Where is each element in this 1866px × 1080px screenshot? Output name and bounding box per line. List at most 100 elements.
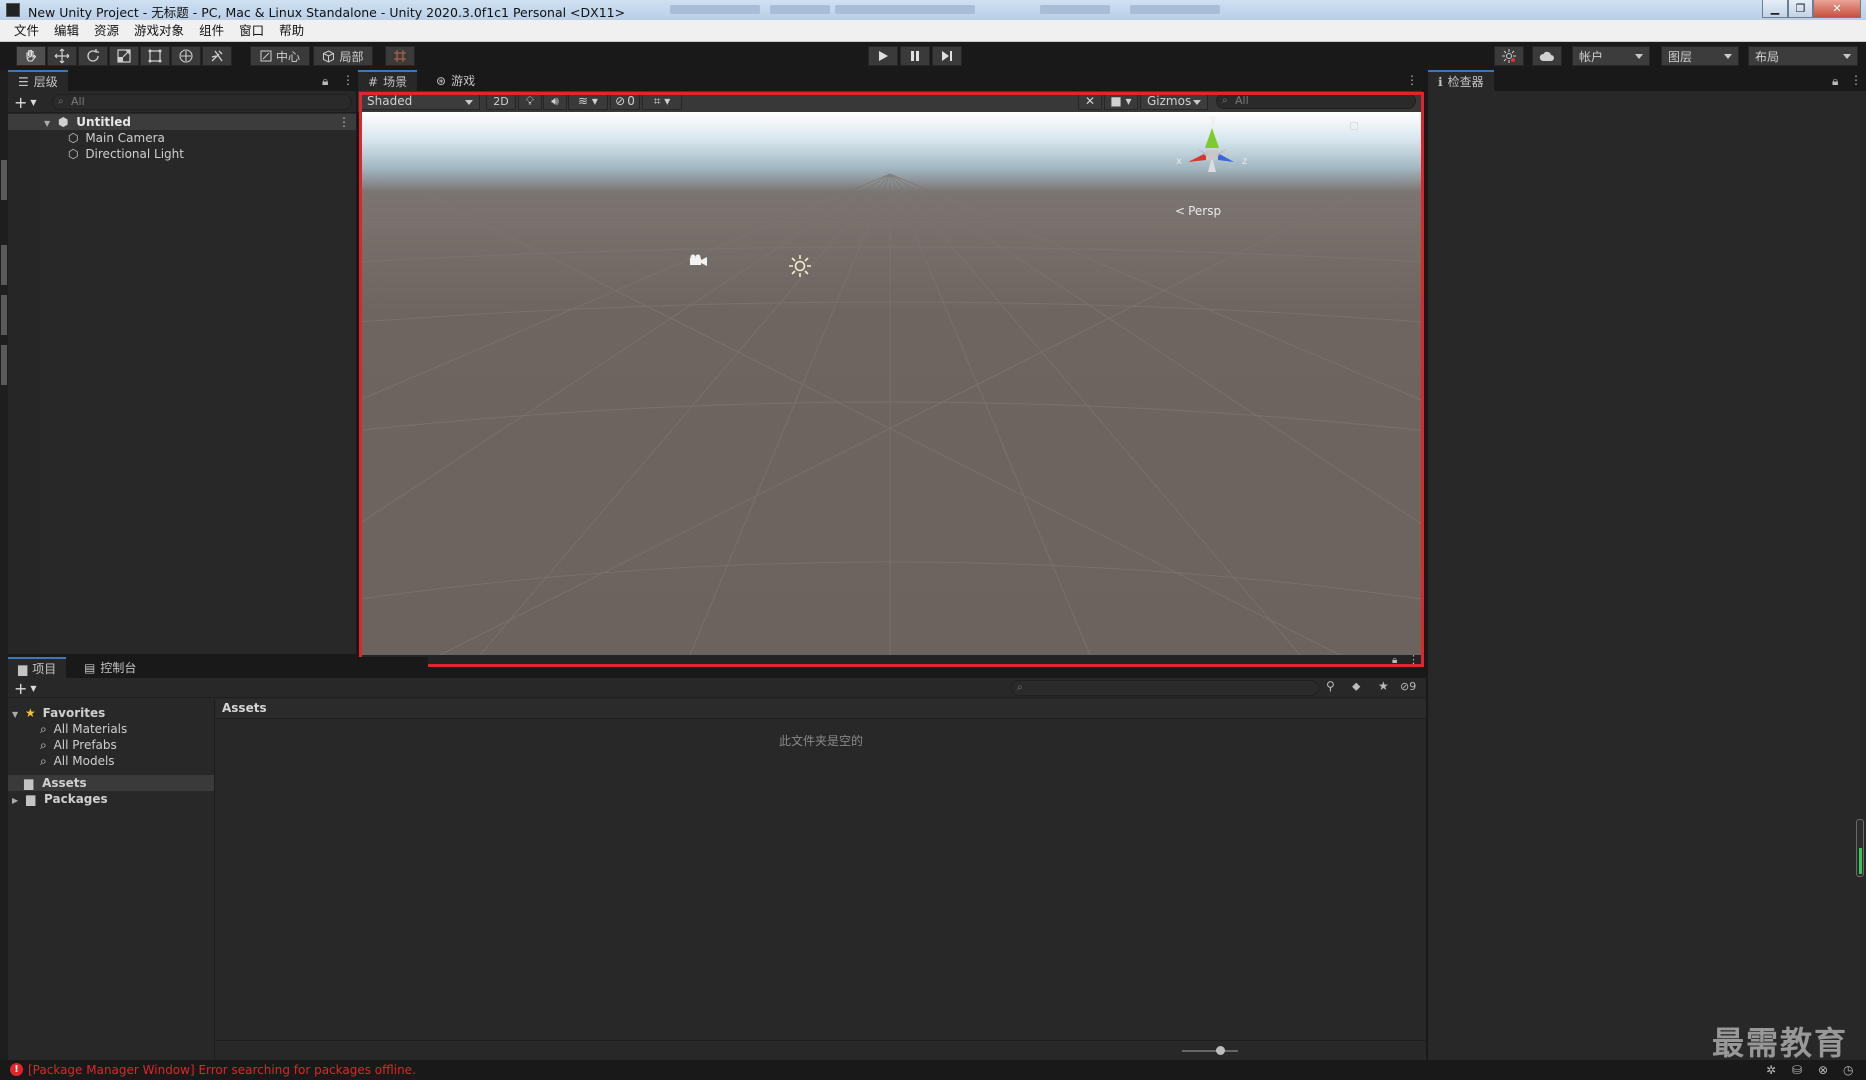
panel-menu-icon[interactable]: ⋮ [1406, 73, 1418, 87]
axis-gizmo-icon[interactable] [1172, 116, 1252, 196]
camera-gizmo-icon[interactable] [687, 253, 709, 269]
favorite-item-all-materials[interactable]: ⌕ All Materials [8, 721, 127, 737]
step-button[interactable] [932, 46, 962, 66]
tab-inspector[interactable]: ℹ 检查器 [1428, 70, 1494, 91]
breadcrumb[interactable]: Assets [222, 701, 267, 715]
lock-view-icon[interactable] [1350, 122, 1358, 130]
lock-icon[interactable]: 🔒︎ [322, 74, 328, 89]
progress-check-icon[interactable]: ◷ [1843, 1063, 1853, 1077]
collab-button[interactable] [1494, 46, 1524, 66]
draw-mode-dropdown[interactable]: Shaded [360, 92, 480, 110]
search-by-type-icon[interactable]: ⚲ [1326, 679, 1335, 693]
bug-report-icon[interactable]: ✲ [1766, 1063, 1776, 1077]
menu-item-file[interactable]: 文件 [14, 20, 39, 42]
audio-toggle-button[interactable]: 🔊︎ [543, 92, 567, 110]
tab-hierarchy[interactable]: ☰ 层级 [8, 70, 68, 91]
chevron-down-icon [1635, 54, 1643, 59]
effects-dropdown[interactable]: ≋ ▾ [568, 92, 608, 110]
lock-icon[interactable]: 🔒︎ [1832, 74, 1838, 89]
panel-menu-icon[interactable]: ⋮ [1850, 73, 1862, 87]
favorite-item-all-models[interactable]: ⌕ All Models [8, 753, 115, 769]
rotate-tool-button[interactable] [78, 46, 108, 66]
scale-tool-button[interactable] [109, 46, 139, 66]
maximize-button[interactable]: ❐ [1788, 0, 1813, 18]
zoom-slider-thumb[interactable] [1216, 1046, 1225, 1055]
panel-menu-icon[interactable]: ⋮ [342, 73, 354, 87]
menu-item-edit[interactable]: 编辑 [54, 20, 79, 42]
scrollbar[interactable] [1856, 819, 1864, 877]
chevron-down-icon [1843, 54, 1851, 59]
scrollbar-thumb[interactable] [1859, 848, 1862, 874]
tab-console[interactable]: ▤ 控制台 [74, 657, 146, 678]
scene-viewport[interactable]: y x z < Persp [360, 112, 1421, 655]
favorite-label: All Prefabs [53, 738, 117, 752]
hierarchy-panel: + ▼ ⌕ All ▼ ⬢ Untitled ⋮ ⬡ Main Camera ⬡ … [8, 91, 356, 654]
scene-tabbar: # 场景 ⊛ 游戏 ⋮ [358, 70, 1422, 91]
zoom-slider-track[interactable] [1182, 1050, 1238, 1052]
2d-toggle-button[interactable]: 2D [486, 92, 516, 110]
menu-item-help[interactable]: 帮助 [279, 20, 304, 42]
scene-tools-button[interactable]: ✕ [1078, 92, 1102, 110]
projection-toggle[interactable]: < Persp [1175, 204, 1221, 218]
camera-settings-dropdown[interactable]: ■ ▾ [1104, 92, 1138, 110]
tab-game[interactable]: ⊛ 游戏 [426, 70, 485, 91]
layers-dropdown[interactable]: 图层 [1661, 46, 1739, 66]
error-icon[interactable]: ! [10, 1063, 23, 1076]
folder-item-assets[interactable]: ▆ Assets [8, 775, 214, 791]
space-toggle-button[interactable]: 局部 [313, 46, 373, 66]
hierarchy-item-directional-light[interactable]: ⬡ Directional Light [8, 146, 184, 162]
lock-icon[interactable]: 🔒︎ [1392, 655, 1397, 666]
folder-item-packages[interactable]: ▶ ▆ Packages [8, 791, 108, 807]
scene-visibility-button[interactable]: ⊘ 0 [610, 92, 640, 110]
play-button[interactable] [868, 46, 898, 66]
cloud-button[interactable] [1532, 46, 1562, 66]
project-search-input[interactable]: ⌕ [1011, 680, 1319, 696]
expand-arrow-icon: ▶ [12, 796, 19, 805]
ground-grid [360, 173, 1421, 655]
hand-tool-button[interactable] [16, 46, 46, 66]
move-tool-button[interactable] [47, 46, 77, 66]
search-by-label-icon[interactable]: ⬥ [1352, 679, 1360, 694]
close-button[interactable]: ✕ [1813, 0, 1861, 18]
pivot-toggle-button[interactable]: 中心 [250, 46, 310, 66]
scene-search-input[interactable]: ⌕ All [1216, 93, 1416, 109]
scene-menu-icon[interactable]: ⋮ [338, 114, 350, 130]
hidden-packages-toggle[interactable]: ⊘ 9 [1400, 680, 1416, 693]
orientation-gizmo[interactable]: y x z [1172, 114, 1252, 196]
status-error-message[interactable]: [Package Manager Window] Error searching… [28, 1063, 416, 1077]
create-button[interactable]: + ▼ [14, 93, 37, 112]
gizmos-dropdown[interactable]: Gizmos [1140, 92, 1208, 110]
panel-menu-icon[interactable]: ⋮ [1408, 653, 1419, 666]
tab-scene[interactable]: # 场景 [358, 70, 418, 91]
left-edge-strip [0, 70, 8, 1060]
transform-tool-button[interactable] [171, 46, 201, 66]
auto-generate-lighting-icon[interactable]: ⊗ [1818, 1063, 1828, 1077]
account-dropdown[interactable]: 帐户 [1572, 46, 1650, 66]
minimize-button[interactable]: ▁ [1762, 0, 1788, 18]
cache-server-icon[interactable]: ⛁ [1792, 1063, 1802, 1077]
custom-tool-button[interactable] [202, 46, 232, 66]
menu-item-window[interactable]: 窗口 [239, 20, 264, 42]
lighting-toggle-button[interactable]: 💡︎ [518, 92, 542, 110]
menu-item-assets[interactable]: 资源 [94, 20, 119, 42]
menu-item-gameobject[interactable]: 游戏对象 [134, 20, 184, 42]
sun-light-icon[interactable] [788, 254, 812, 278]
scene-bottom-bar: 🔒︎ ⋮ [358, 653, 1422, 667]
grid-snap-button[interactable] [385, 46, 415, 66]
menu-item-component[interactable]: 组件 [199, 20, 224, 42]
favorite-item-all-prefabs[interactable]: ⌕ All Prefabs [8, 737, 117, 753]
inspector-tabbar: ℹ 检查器 🔒︎ ⋮ [1428, 70, 1866, 91]
tab-project[interactable]: ▆ 项目 [8, 657, 67, 678]
favorite-star-icon[interactable]: ★ [1378, 679, 1389, 693]
grid-toggle-dropdown[interactable]: ⌗ ▾ [642, 92, 682, 110]
search-icon: ⌕ [40, 754, 47, 768]
scene-row[interactable]: ▼ ⬢ Untitled ⋮ [8, 114, 356, 130]
favorites-row[interactable]: ▼ ★ Favorites [8, 705, 105, 721]
pause-button[interactable] [900, 46, 930, 66]
hierarchy-item-main-camera[interactable]: ⬡ Main Camera [8, 130, 165, 146]
layout-dropdown[interactable]: 布局 [1748, 46, 1858, 66]
rect-tool-button[interactable] [140, 46, 170, 66]
create-asset-button[interactable]: + ▼ [14, 679, 37, 698]
asset-grid[interactable]: 此文件夹是空的 [216, 720, 1426, 1020]
hierarchy-search-input[interactable]: ⌕ All [52, 94, 352, 110]
